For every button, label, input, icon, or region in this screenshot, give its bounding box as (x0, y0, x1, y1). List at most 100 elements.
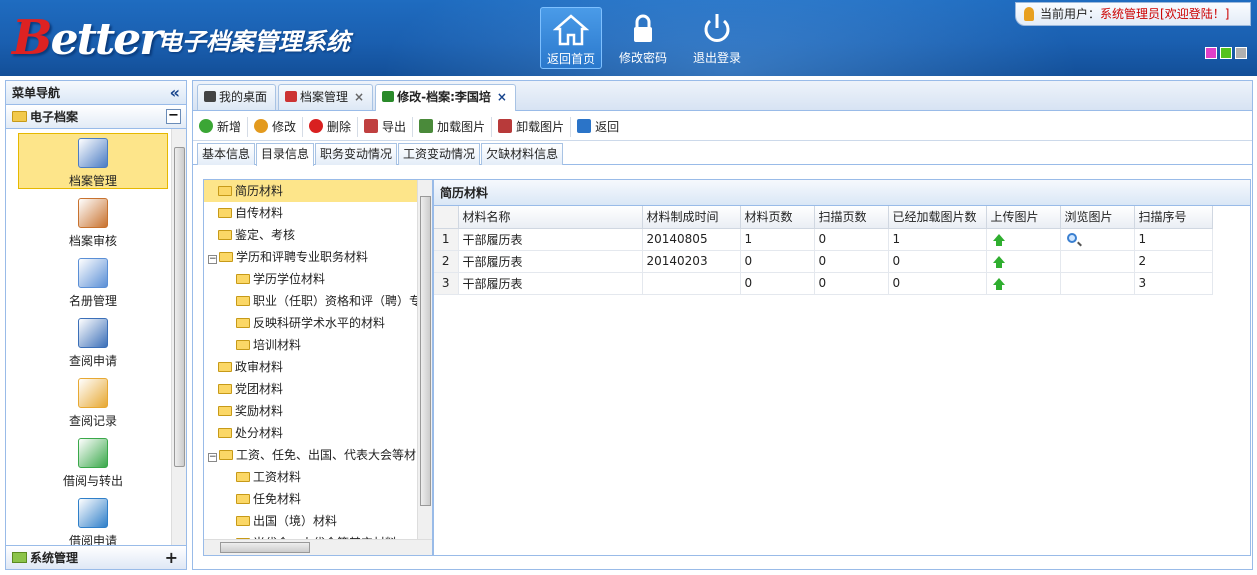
tree-collapse-toggle[interactable]: − (208, 453, 217, 462)
back-button[interactable]: 返回 (577, 117, 625, 137)
table-row[interactable]: 2 干部履历表 20140203 0 0 0 2 (434, 250, 1213, 273)
table-row[interactable]: 1 干部履历表 20140805 1 0 1 1 (434, 228, 1213, 251)
sidebar-item-roster[interactable]: 名册管理 (18, 253, 168, 309)
top-nav-lock[interactable]: 修改密码 (612, 7, 674, 69)
tree-node[interactable]: 任免材料 (204, 488, 418, 510)
tree-node[interactable]: − 工资、任免、出国、代表大会等材 (204, 444, 418, 466)
toolbar-button-label: 修改 (272, 119, 297, 134)
row-number-header (434, 206, 459, 229)
column-header[interactable]: 材料制成时间 (642, 206, 741, 229)
tree-node-label: 政审材料 (235, 360, 284, 374)
accordion-system-management[interactable]: 系统管理 + (6, 545, 186, 569)
back-icon (577, 118, 592, 133)
subtab-catalog-info[interactable]: 目录信息 (256, 143, 315, 166)
folder-icon (12, 111, 27, 122)
folder-icon (218, 428, 232, 438)
tree-node[interactable]: 简历材料 (204, 180, 418, 202)
accordion-electronic-archive[interactable]: 电子档案 − (6, 105, 186, 129)
column-header[interactable]: 扫描序号 (1134, 206, 1213, 229)
tree-node[interactable]: − 学历和评聘专业职务材料 (204, 246, 418, 268)
folder-icon (236, 472, 250, 482)
toolbar-button-label: 返回 (595, 119, 620, 134)
close-icon[interactable]: × (497, 90, 507, 104)
collapse-icon[interactable]: « (170, 81, 180, 105)
document-icon (285, 91, 298, 102)
tree-node[interactable]: 处分材料 (204, 422, 418, 444)
tree-horizontal-scrollbar[interactable] (204, 539, 432, 555)
sidebar-header: 菜单导航 « (6, 81, 186, 105)
sidebar-scrollbar[interactable] (171, 129, 186, 547)
tree-collapse-toggle[interactable]: − (208, 255, 217, 264)
upload-icon[interactable] (992, 234, 1005, 246)
column-header[interactable]: 材料名称 (458, 206, 643, 229)
subtab-missing-materials[interactable]: 欠缺材料信息 (481, 143, 564, 165)
column-header[interactable]: 上传图片 (986, 206, 1061, 229)
sidebar-item-lookup-record[interactable]: 查阅记录 (18, 373, 168, 429)
accordion-collapse-toggle[interactable]: − (166, 109, 181, 124)
tree-node[interactable]: 出国（境）材料 (204, 510, 418, 532)
expand-icon[interactable]: + (165, 546, 178, 570)
table-row[interactable]: 3 干部履历表 0 0 0 3 (434, 272, 1213, 295)
user-icon (1024, 7, 1034, 21)
load-image-icon (419, 118, 434, 133)
tree-node[interactable]: 反映科研学术水平的材料 (204, 312, 418, 334)
tree-node[interactable]: 培训材料 (204, 334, 418, 356)
column-header[interactable]: 扫描页数 (814, 206, 889, 229)
tree-vertical-scrollbar[interactable] (417, 180, 432, 540)
logo-letter-b: B (12, 10, 53, 66)
tree-node[interactable]: 奖励材料 (204, 400, 418, 422)
accordion-title: 系统管理 (30, 551, 79, 565)
tree-node[interactable]: 党团材料 (204, 378, 418, 400)
loaded-images-cell: 0 (888, 250, 987, 273)
tab-archive-management[interactable]: 档案管理 × (278, 84, 374, 110)
export-button[interactable]: 导出 (364, 116, 414, 137)
tree-node[interactable]: 鉴定、考核 (204, 224, 418, 246)
add-button[interactable]: 新增 (199, 116, 249, 137)
sidebar-item-lookup-request[interactable]: 查阅申请 (18, 313, 168, 369)
close-icon[interactable]: × (354, 90, 364, 104)
sidebar-item-borrow-request[interactable]: 借阅申请 (18, 493, 168, 547)
tree-node[interactable]: 工资材料 (204, 466, 418, 488)
load-image-button[interactable]: 加载图片 (419, 116, 493, 137)
column-header[interactable]: 浏览图片 (1060, 206, 1135, 229)
add-icon (199, 118, 213, 133)
unload-image-button[interactable]: 卸载图片 (498, 116, 572, 137)
tree-node[interactable]: 自传材料 (204, 202, 418, 224)
tree-node-label: 出国（境）材料 (253, 514, 338, 528)
toolbar-button-label: 导出 (382, 119, 407, 134)
column-header[interactable]: 已经加载图片数 (888, 206, 987, 229)
toolbar-button-label: 新增 (217, 119, 242, 134)
subtab-position-changes[interactable]: 职务变动情况 (315, 143, 398, 165)
delete-button[interactable]: 删除 (309, 116, 359, 137)
menu-sidebar: 菜单导航 « 电子档案 − 档案管理 档案审核 名册管理 查阅申请 查阅记录 借阅与转出借… (5, 80, 187, 570)
subtab-salary-changes[interactable]: 工资变动情况 (398, 143, 481, 165)
material-pages-cell: 0 (740, 272, 815, 295)
subtab-basic-info[interactable]: 基本信息 (197, 143, 256, 165)
scrollbar-thumb[interactable] (220, 542, 310, 553)
tab-my-desktop[interactable]: 我的桌面 (197, 84, 277, 110)
tree-node[interactable]: 学历学位材料 (204, 268, 418, 290)
top-nav-home[interactable]: 返回首页 (540, 7, 602, 69)
toolbar-button-label: 删除 (327, 119, 352, 134)
tree-node[interactable]: 政审材料 (204, 356, 418, 378)
upload-icon[interactable] (992, 256, 1005, 268)
upload-icon[interactable] (992, 278, 1005, 290)
column-header[interactable]: 材料页数 (740, 206, 815, 229)
tree-node[interactable]: 职业（任职）资格和评（聘）专 (204, 290, 418, 312)
skin-swatch[interactable] (1205, 47, 1217, 59)
home-icon (553, 14, 589, 46)
sidebar-item-borrow-transfer[interactable]: 借阅与转出 (18, 433, 168, 489)
delete-icon (309, 118, 324, 133)
materials-grid: 简历材料 材料名称 材料制成时间 材料页数 扫描页数 已经加载图片数 上传图片 浏览图片 扫描… (433, 179, 1251, 556)
scrollbar-thumb[interactable] (174, 147, 185, 467)
magnifier-icon[interactable] (1066, 233, 1077, 243)
scrollbar-thumb[interactable] (420, 196, 431, 506)
sidebar-item-archive-manage[interactable]: 档案管理 (18, 133, 168, 189)
edit-button[interactable]: 修改 (254, 116, 304, 137)
top-nav-power[interactable]: 退出登录 (686, 7, 748, 69)
sidebar-item-archive-audit[interactable]: 档案审核 (18, 193, 168, 249)
tab-edit-archive[interactable]: 修改-档案:李国培 × (375, 84, 516, 111)
logo-letters: etter (50, 14, 163, 65)
skin-swatch[interactable] (1220, 47, 1232, 59)
skin-swatch[interactable] (1235, 47, 1247, 59)
